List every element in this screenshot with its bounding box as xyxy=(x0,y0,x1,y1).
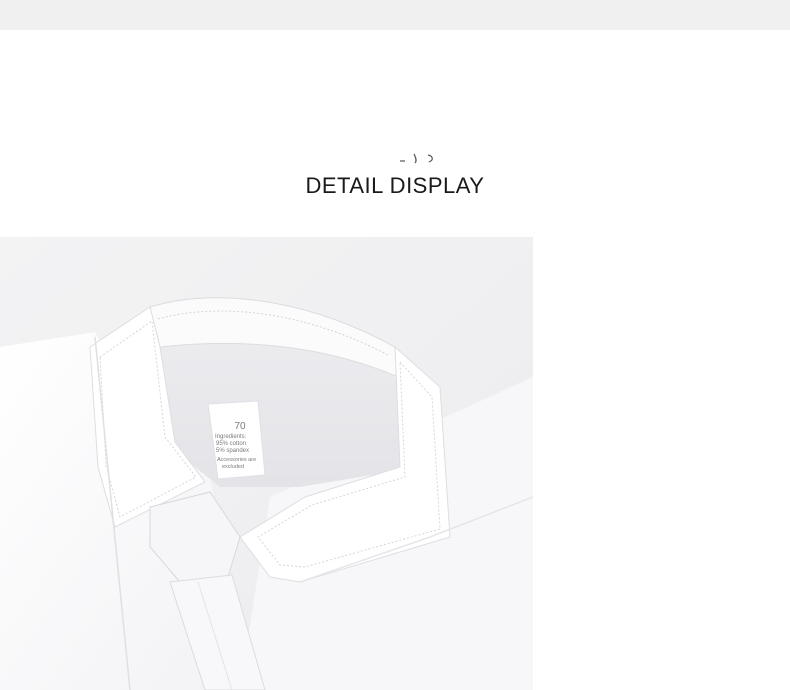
tag-line-5: excluded xyxy=(222,464,244,470)
shirt-collar-illustration: 70 Ingredients: 95% cotton 5% spandex Ac… xyxy=(0,237,533,690)
tag-line-1: Ingredients: xyxy=(215,434,247,440)
shirt-collar-photo: 70 Ingredients: 95% cotton 5% spandex Ac… xyxy=(0,237,533,690)
tag-line-4: Accessories are xyxy=(217,457,256,463)
tag-size: 70 xyxy=(234,421,246,432)
top-band xyxy=(0,0,790,30)
section-heading: DETAIL DISPLAY xyxy=(305,173,485,198)
decorative-ornament-icon xyxy=(400,153,433,164)
tag-line-3: 5% spandex xyxy=(216,448,249,454)
size-label-tag: 70 Ingredients: 95% cotton 5% spandex Ac… xyxy=(207,400,266,480)
tag-line-2: 95% cotton xyxy=(216,441,246,447)
